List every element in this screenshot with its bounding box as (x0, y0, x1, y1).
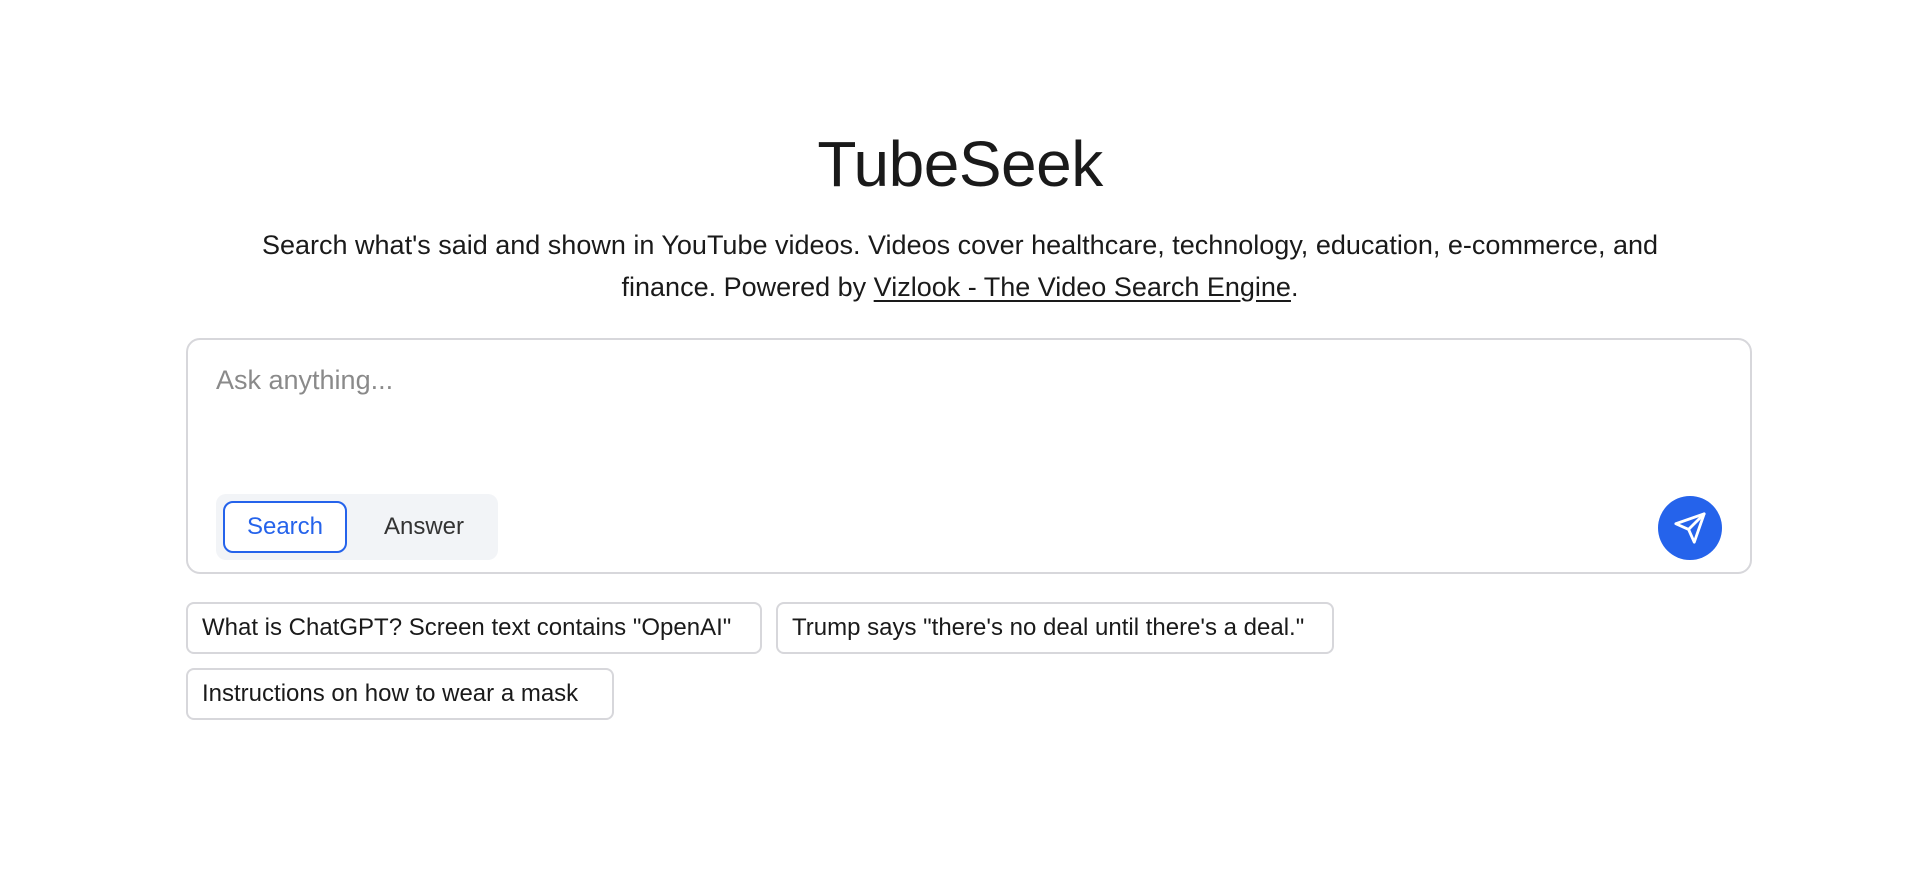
mode-toggle: Search Answer (216, 494, 498, 560)
paper-plane-icon (1673, 511, 1707, 545)
send-button[interactable] (1658, 496, 1722, 560)
query-composer: Search Answer (186, 338, 1752, 574)
page-description: Search what's said and shown in YouTube … (220, 224, 1700, 308)
page: TubeSeek Search what's said and shown in… (0, 0, 1920, 881)
vizlook-link[interactable]: Vizlook - The Video Search Engine (874, 272, 1291, 302)
search-mode-button[interactable]: Search (223, 501, 347, 553)
suggestion-chip[interactable]: What is ChatGPT? Screen text contains "O… (186, 602, 762, 654)
suggestion-chip[interactable]: Instructions on how to wear a mask (186, 668, 614, 720)
page-title: TubeSeek (817, 128, 1103, 200)
query-input[interactable] (216, 362, 1716, 452)
description-suffix: . (1290, 272, 1299, 302)
suggestion-chip[interactable]: Trump says "there's no deal until there'… (776, 602, 1334, 654)
answer-mode-button[interactable]: Answer (358, 501, 490, 553)
